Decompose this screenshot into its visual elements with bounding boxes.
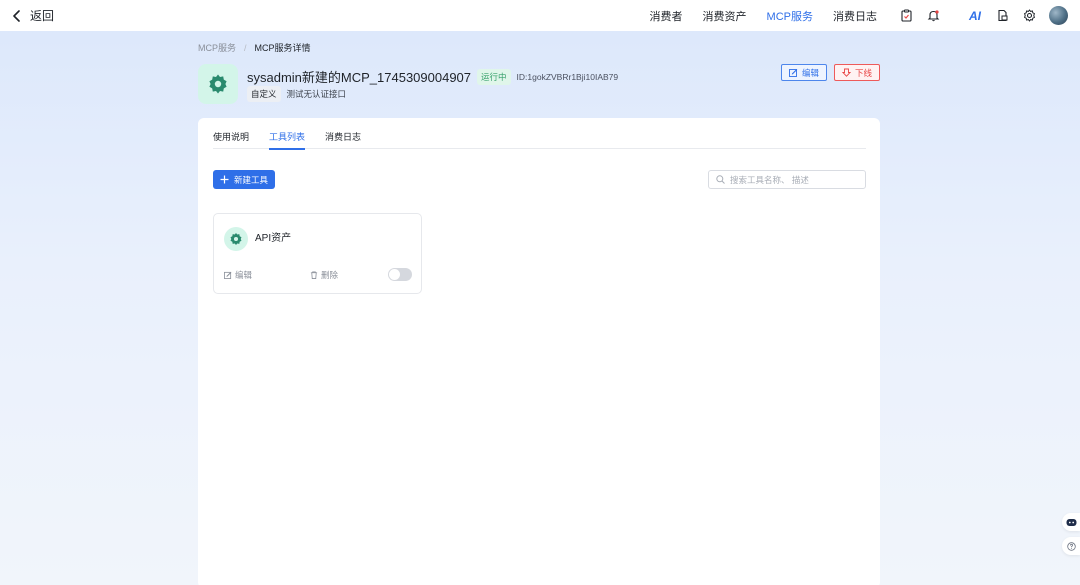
tab-consumption-logs[interactable]: 消费日志 bbox=[325, 130, 361, 149]
nav-consumer-assets[interactable]: 消费资产 bbox=[703, 8, 747, 24]
user-avatar[interactable] bbox=[1049, 6, 1068, 25]
search-icon bbox=[716, 175, 725, 184]
back-label: 返回 bbox=[30, 9, 55, 23]
nav-consumers[interactable]: 消费者 bbox=[650, 8, 683, 24]
tool-edit-label: 编辑 bbox=[235, 270, 253, 280]
new-tool-label: 新建工具 bbox=[233, 174, 268, 185]
tool-gear-icon bbox=[224, 227, 248, 251]
tool-delete-button[interactable]: 删除 bbox=[310, 269, 338, 281]
new-tool-button[interactable]: 新建工具 bbox=[213, 170, 275, 189]
tool-edit-button[interactable]: 编辑 bbox=[224, 269, 252, 281]
service-title: sysadmin新建的MCP_1745309004907 bbox=[247, 70, 472, 85]
question-icon bbox=[1066, 541, 1076, 551]
help-button[interactable] bbox=[1062, 537, 1080, 555]
edit-service-button[interactable]: 编辑 bbox=[781, 64, 827, 81]
tool-actions: 编辑 删除 bbox=[224, 266, 414, 284]
nav-consumption-logs[interactable]: 消费日志 bbox=[833, 8, 877, 24]
edit-service-label: 编辑 bbox=[801, 67, 819, 78]
offline-service-label: 下线 bbox=[854, 67, 872, 78]
trash-icon bbox=[310, 271, 318, 279]
service-gear-icon bbox=[198, 64, 238, 104]
clipboard-check-icon[interactable] bbox=[899, 9, 913, 23]
top-nav: 消费者 消费资产 MCP服务 消费日志 AI bbox=[630, 6, 1068, 25]
robot-icon bbox=[1066, 518, 1076, 526]
status-badge: 运行中 bbox=[477, 68, 511, 85]
back-button[interactable]: 返回 bbox=[12, 7, 54, 24]
service-description: 测试无认证接口 bbox=[286, 89, 347, 99]
chat-robot-button[interactable] bbox=[1062, 513, 1080, 531]
tool-name: API资产 bbox=[255, 233, 292, 244]
breadcrumb: MCP服务 / MCP服务详情 bbox=[198, 41, 311, 54]
ai-assistant-icon[interactable]: AI bbox=[968, 9, 982, 23]
service-id: ID:1gokZVBRr1Bji10IAB79 bbox=[516, 71, 619, 82]
tool-search bbox=[708, 170, 866, 189]
service-type-tag: 自定义 bbox=[247, 86, 281, 102]
tab-bar: 使用说明 工具列表 消费日志 bbox=[213, 130, 866, 150]
nav-mcp-services[interactable]: MCP服务 bbox=[767, 8, 813, 24]
main-card: 使用说明 工具列表 消费日志 新建工具 API资产 编辑 删除 bbox=[198, 118, 880, 585]
plus-icon bbox=[220, 175, 229, 184]
bell-icon[interactable] bbox=[926, 9, 940, 23]
service-meta: 自定义 测试无认证接口 bbox=[247, 86, 346, 102]
document-icon[interactable] bbox=[995, 9, 1009, 23]
tab-usage-guide[interactable]: 使用说明 bbox=[213, 130, 249, 149]
gear-icon[interactable] bbox=[1022, 9, 1036, 23]
tool-card[interactable]: API资产 编辑 删除 bbox=[213, 213, 422, 294]
breadcrumb-current: MCP服务详情 bbox=[254, 43, 311, 53]
tool-enable-toggle[interactable] bbox=[388, 268, 412, 281]
tab-tool-list[interactable]: 工具列表 bbox=[269, 130, 306, 150]
arrow-down-icon bbox=[841, 68, 851, 77]
chevron-left-icon bbox=[13, 9, 20, 22]
tool-delete-label: 删除 bbox=[321, 270, 339, 280]
edit-icon bbox=[789, 69, 798, 77]
breadcrumb-separator: / bbox=[244, 42, 247, 53]
tool-search-input[interactable] bbox=[730, 174, 860, 185]
offline-service-button[interactable]: 下线 bbox=[834, 64, 880, 81]
edit-icon bbox=[224, 271, 232, 279]
top-bar: 返回 消费者 消费资产 MCP服务 消费日志 AI bbox=[0, 0, 1080, 31]
top-icons: AI bbox=[899, 6, 1068, 25]
breadcrumb-mcp-services[interactable]: MCP服务 bbox=[198, 41, 236, 54]
service-title-row: sysadmin新建的MCP_1745309004907 运行中 ID:1gok… bbox=[247, 67, 618, 86]
